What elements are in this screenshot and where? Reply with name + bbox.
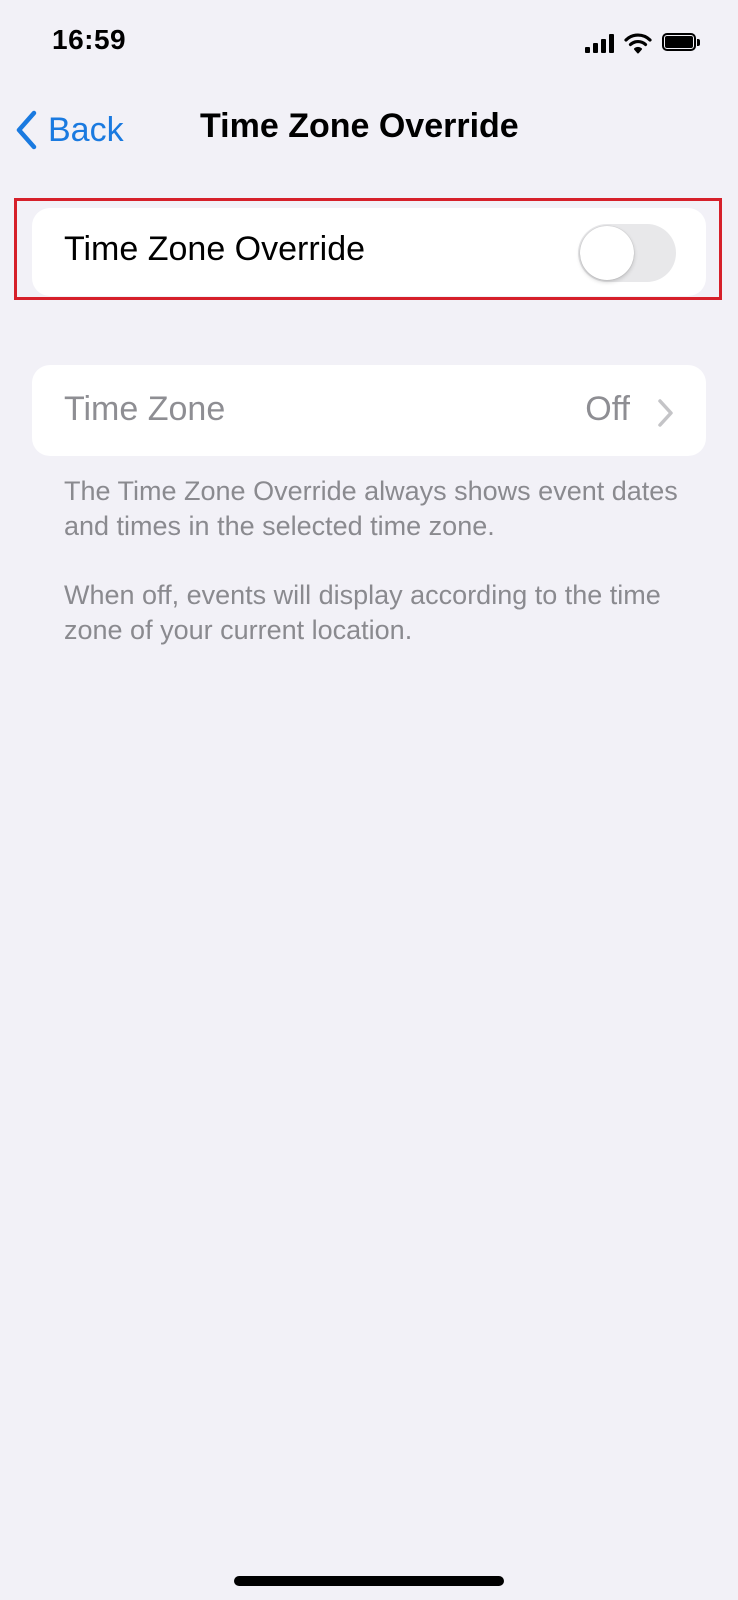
status-time: 16:59 — [52, 24, 127, 55]
chevron-right-icon — [658, 399, 673, 427]
chevron-left-icon — [16, 110, 37, 150]
back-button[interactable]: Back — [14, 105, 124, 155]
time-zone-value: Off — [585, 390, 630, 428]
footer-note: When off, events will display according … — [64, 580, 661, 645]
back-label: Back — [48, 110, 124, 149]
wifi-icon — [624, 33, 652, 54]
time-zone-override-label: Time Zone Override — [64, 230, 366, 268]
toggle-knob — [580, 226, 634, 280]
time-zone-override-row: Time Zone Override — [32, 208, 706, 296]
status-icons — [585, 30, 702, 56]
status-bar: 16:59 — [0, 0, 738, 90]
navigation-bar: Back Time Zone Override — [0, 95, 738, 165]
signal-icon — [585, 33, 614, 53]
battery-icon — [662, 33, 702, 53]
page-title: Time Zone Override — [200, 107, 519, 145]
home-indicator[interactable] — [234, 1576, 504, 1586]
time-zone-override-toggle[interactable] — [578, 224, 676, 282]
time-zone-row[interactable]: Time Zone Off — [32, 365, 706, 456]
footer-description: The Time Zone Override always shows even… — [64, 476, 678, 541]
time-zone-label: Time Zone — [64, 390, 226, 428]
